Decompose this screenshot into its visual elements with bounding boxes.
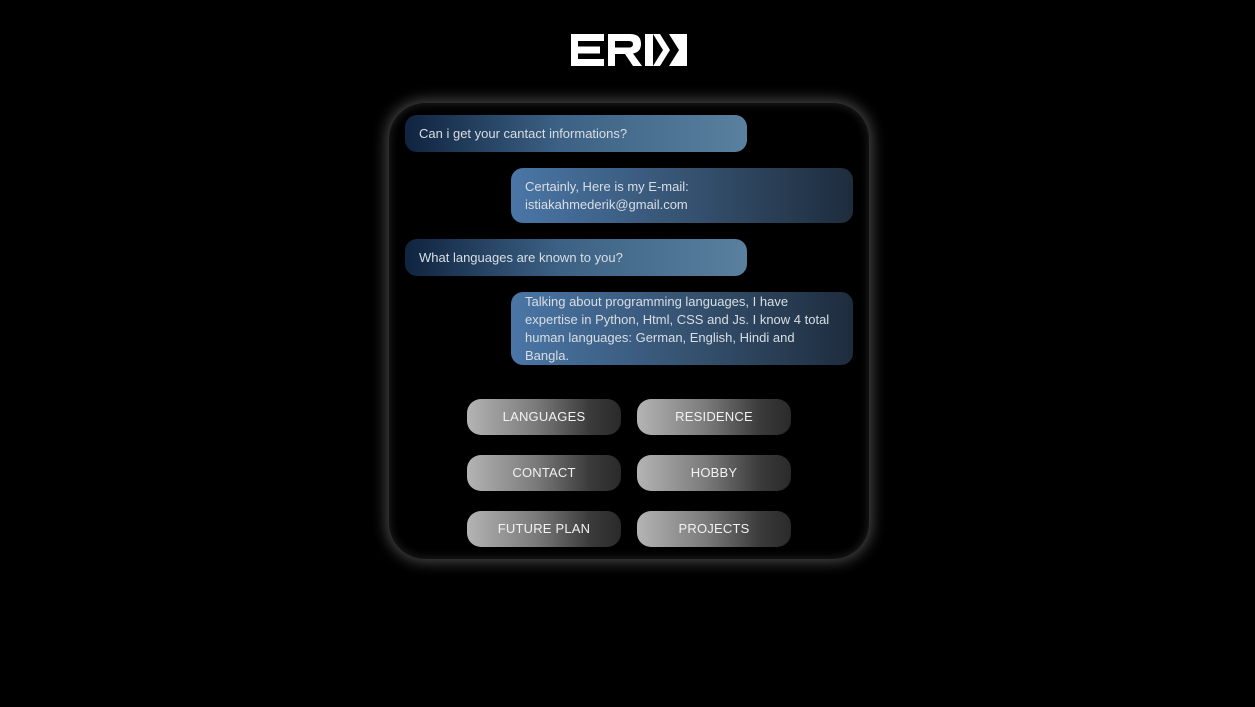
residence-button[interactable]: RESIDENCE — [637, 399, 791, 435]
question-bubble-contact: Can i get your cantact informations? — [405, 115, 747, 152]
languages-button[interactable]: LANGUAGES — [467, 399, 621, 435]
answer-line: human languages: German, English, Hindi … — [525, 329, 795, 363]
question-text: What languages are known to you? — [419, 249, 623, 265]
erk-logo — [571, 34, 687, 66]
projects-button[interactable]: PROJECTS — [637, 511, 791, 547]
question-bubble-languages: What languages are known to you? — [405, 239, 747, 276]
answer-line: Talking about programming languages, I h… — [525, 293, 789, 309]
answer-line: istiakahmederik@gmail.com — [525, 196, 688, 212]
answer-bubble-languages: Talking about programming languages, I h… — [511, 292, 853, 365]
future-plan-button[interactable]: FUTURE PLAN — [467, 511, 621, 547]
contact-button[interactable]: CONTACT — [467, 455, 621, 491]
hobby-button[interactable]: HOBBY — [637, 455, 791, 491]
answer-line: expertise in Python, Html, CSS and Js. I… — [525, 311, 830, 327]
answer-bubble-contact: Certainly, Here is my E-mail: istiakahme… — [511, 168, 853, 223]
chat-window: Can i get your cantact informations? Cer… — [389, 103, 869, 559]
answer-line: Certainly, Here is my E-mail: — [525, 178, 689, 194]
question-text: Can i get your cantact informations? — [419, 125, 628, 141]
